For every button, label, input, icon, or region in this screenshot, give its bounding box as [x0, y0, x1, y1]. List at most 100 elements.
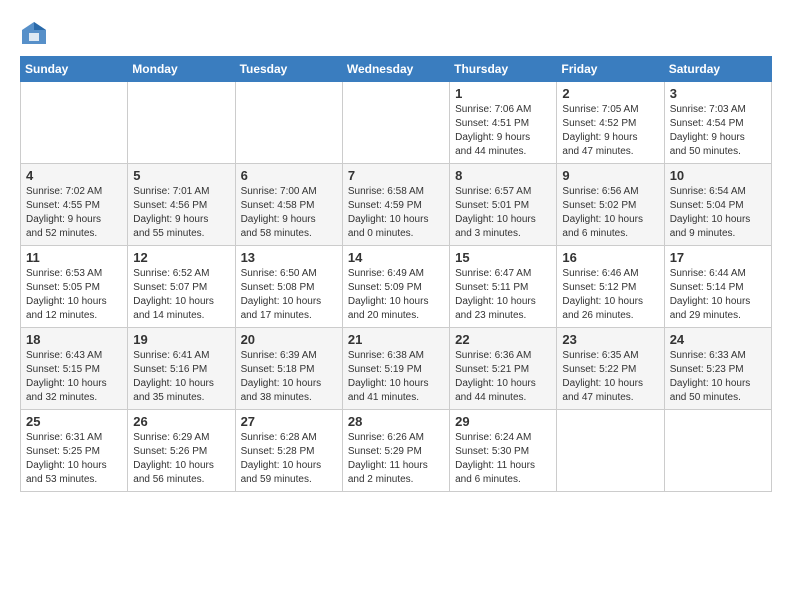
cell-info-text: Sunrise: 6:33 AM Sunset: 5:23 PM Dayligh…	[670, 349, 766, 405]
cell-day-number: 12	[133, 250, 229, 265]
calendar-cell	[664, 410, 771, 492]
cell-info-text: Sunrise: 6:38 AM Sunset: 5:19 PM Dayligh…	[348, 349, 444, 405]
cell-day-number: 19	[133, 332, 229, 347]
calendar-cell: 24 Sunrise: 6:33 AM Sunset: 5:23 PM Dayli…	[664, 328, 771, 410]
cell-day-number: 6	[241, 168, 337, 183]
cell-info-text: Sunrise: 6:58 AM Sunset: 4:59 PM Dayligh…	[348, 185, 444, 241]
cell-info-text: Sunrise: 6:49 AM Sunset: 5:09 PM Dayligh…	[348, 267, 444, 323]
cell-day-number: 8	[455, 168, 551, 183]
calendar-cell: 5 Sunrise: 7:01 AM Sunset: 4:56 PM Daylig…	[128, 164, 235, 246]
cell-day-number: 5	[133, 168, 229, 183]
cell-day-number: 24	[670, 332, 766, 347]
calendar-header-thursday: Thursday	[450, 57, 557, 82]
cell-info-text: Sunrise: 6:26 AM Sunset: 5:29 PM Dayligh…	[348, 431, 444, 487]
calendar-cell: 22 Sunrise: 6:36 AM Sunset: 5:21 PM Dayli…	[450, 328, 557, 410]
cell-info-text: Sunrise: 6:41 AM Sunset: 5:16 PM Dayligh…	[133, 349, 229, 405]
cell-info-text: Sunrise: 6:53 AM Sunset: 5:05 PM Dayligh…	[26, 267, 122, 323]
cell-day-number: 23	[562, 332, 658, 347]
calendar-cell: 16 Sunrise: 6:46 AM Sunset: 5:12 PM Dayli…	[557, 246, 664, 328]
cell-day-number: 4	[26, 168, 122, 183]
calendar-cell: 2 Sunrise: 7:05 AM Sunset: 4:52 PM Daylig…	[557, 82, 664, 164]
calendar-cell: 21 Sunrise: 6:38 AM Sunset: 5:19 PM Dayli…	[342, 328, 449, 410]
cell-day-number: 9	[562, 168, 658, 183]
cell-day-number: 13	[241, 250, 337, 265]
cell-day-number: 26	[133, 414, 229, 429]
cell-info-text: Sunrise: 6:43 AM Sunset: 5:15 PM Dayligh…	[26, 349, 122, 405]
cell-day-number: 28	[348, 414, 444, 429]
calendar-cell	[128, 82, 235, 164]
calendar-week-4: 18 Sunrise: 6:43 AM Sunset: 5:15 PM Dayli…	[21, 328, 772, 410]
cell-day-number: 18	[26, 332, 122, 347]
cell-day-number: 15	[455, 250, 551, 265]
cell-info-text: Sunrise: 7:00 AM Sunset: 4:58 PM Dayligh…	[241, 185, 337, 241]
logo-icon	[20, 20, 48, 48]
cell-info-text: Sunrise: 6:29 AM Sunset: 5:26 PM Dayligh…	[133, 431, 229, 487]
cell-day-number: 21	[348, 332, 444, 347]
calendar-cell: 19 Sunrise: 6:41 AM Sunset: 5:16 PM Dayli…	[128, 328, 235, 410]
cell-info-text: Sunrise: 7:06 AM Sunset: 4:51 PM Dayligh…	[455, 103, 551, 159]
cell-info-text: Sunrise: 6:46 AM Sunset: 5:12 PM Dayligh…	[562, 267, 658, 323]
calendar-cell: 3 Sunrise: 7:03 AM Sunset: 4:54 PM Daylig…	[664, 82, 771, 164]
cell-day-number: 22	[455, 332, 551, 347]
cell-day-number: 3	[670, 86, 766, 101]
calendar-week-5: 25Sunrise: 6:31 AM Sunset: 5:25 PM Dayli…	[21, 410, 772, 492]
calendar-cell	[557, 410, 664, 492]
calendar-cell: 9Sunrise: 6:56 AM Sunset: 5:02 PM Daylig…	[557, 164, 664, 246]
calendar-cell: 4 Sunrise: 7:02 AM Sunset: 4:55 PM Daylig…	[21, 164, 128, 246]
cell-info-text: Sunrise: 6:39 AM Sunset: 5:18 PM Dayligh…	[241, 349, 337, 405]
cell-info-text: Sunrise: 6:47 AM Sunset: 5:11 PM Dayligh…	[455, 267, 551, 323]
cell-day-number: 16	[562, 250, 658, 265]
calendar-week-2: 4 Sunrise: 7:02 AM Sunset: 4:55 PM Daylig…	[21, 164, 772, 246]
calendar-cell: 7Sunrise: 6:58 AM Sunset: 4:59 PM Daylig…	[342, 164, 449, 246]
calendar-cell: 8 Sunrise: 6:57 AM Sunset: 5:01 PM Daylig…	[450, 164, 557, 246]
cell-info-text: Sunrise: 6:31 AM Sunset: 5:25 PM Dayligh…	[26, 431, 122, 487]
cell-info-text: Sunrise: 7:02 AM Sunset: 4:55 PM Dayligh…	[26, 185, 122, 241]
calendar-header-wednesday: Wednesday	[342, 57, 449, 82]
cell-info-text: Sunrise: 6:35 AM Sunset: 5:22 PM Dayligh…	[562, 349, 658, 405]
calendar-cell: 1 Sunrise: 7:06 AM Sunset: 4:51 PM Daylig…	[450, 82, 557, 164]
logo	[20, 20, 50, 48]
calendar-week-1: 1 Sunrise: 7:06 AM Sunset: 4:51 PM Daylig…	[21, 82, 772, 164]
cell-day-number: 10	[670, 168, 766, 183]
calendar-cell: 20 Sunrise: 6:39 AM Sunset: 5:18 PM Dayli…	[235, 328, 342, 410]
calendar-week-3: 11 Sunrise: 6:53 AM Sunset: 5:05 PM Dayli…	[21, 246, 772, 328]
calendar-cell: 25Sunrise: 6:31 AM Sunset: 5:25 PM Dayli…	[21, 410, 128, 492]
calendar-cell: 10 Sunrise: 6:54 AM Sunset: 5:04 PM Dayli…	[664, 164, 771, 246]
calendar-cell: 15 Sunrise: 6:47 AM Sunset: 5:11 PM Dayli…	[450, 246, 557, 328]
cell-day-number: 14	[348, 250, 444, 265]
calendar-header-friday: Friday	[557, 57, 664, 82]
cell-info-text: Sunrise: 6:54 AM Sunset: 5:04 PM Dayligh…	[670, 185, 766, 241]
calendar-cell: 6 Sunrise: 7:00 AM Sunset: 4:58 PM Daylig…	[235, 164, 342, 246]
calendar-cell: 13 Sunrise: 6:50 AM Sunset: 5:08 PM Dayli…	[235, 246, 342, 328]
cell-day-number: 20	[241, 332, 337, 347]
calendar-cell	[21, 82, 128, 164]
cell-day-number: 29	[455, 414, 551, 429]
cell-info-text: Sunrise: 7:01 AM Sunset: 4:56 PM Dayligh…	[133, 185, 229, 241]
calendar-cell: 23 Sunrise: 6:35 AM Sunset: 5:22 PM Dayli…	[557, 328, 664, 410]
calendar-cell: 26 Sunrise: 6:29 AM Sunset: 5:26 PM Dayli…	[128, 410, 235, 492]
cell-info-text: Sunrise: 6:28 AM Sunset: 5:28 PM Dayligh…	[241, 431, 337, 487]
cell-day-number: 2	[562, 86, 658, 101]
calendar-cell: 11 Sunrise: 6:53 AM Sunset: 5:05 PM Dayli…	[21, 246, 128, 328]
calendar-cell: 12Sunrise: 6:52 AM Sunset: 5:07 PM Dayli…	[128, 246, 235, 328]
cell-info-text: Sunrise: 6:50 AM Sunset: 5:08 PM Dayligh…	[241, 267, 337, 323]
calendar-cell: 17Sunrise: 6:44 AM Sunset: 5:14 PM Dayli…	[664, 246, 771, 328]
calendar-header-sunday: Sunday	[21, 57, 128, 82]
cell-info-text: Sunrise: 7:03 AM Sunset: 4:54 PM Dayligh…	[670, 103, 766, 159]
cell-day-number: 27	[241, 414, 337, 429]
calendar-cell: 14 Sunrise: 6:49 AM Sunset: 5:09 PM Dayli…	[342, 246, 449, 328]
calendar-cell: 28 Sunrise: 6:26 AM Sunset: 5:29 PM Dayli…	[342, 410, 449, 492]
calendar-table: SundayMondayTuesdayWednesdayThursdayFrid…	[20, 56, 772, 492]
calendar-cell: 29 Sunrise: 6:24 AM Sunset: 5:30 PM Dayli…	[450, 410, 557, 492]
cell-info-text: Sunrise: 6:36 AM Sunset: 5:21 PM Dayligh…	[455, 349, 551, 405]
calendar-cell: 18 Sunrise: 6:43 AM Sunset: 5:15 PM Dayli…	[21, 328, 128, 410]
cell-info-text: Sunrise: 7:05 AM Sunset: 4:52 PM Dayligh…	[562, 103, 658, 159]
cell-info-text: Sunrise: 6:24 AM Sunset: 5:30 PM Dayligh…	[455, 431, 551, 487]
calendar-cell	[235, 82, 342, 164]
cell-day-number: 11	[26, 250, 122, 265]
cell-info-text: Sunrise: 6:57 AM Sunset: 5:01 PM Dayligh…	[455, 185, 551, 241]
cell-day-number: 1	[455, 86, 551, 101]
cell-day-number: 17	[670, 250, 766, 265]
calendar-header-tuesday: Tuesday	[235, 57, 342, 82]
calendar-header-saturday: Saturday	[664, 57, 771, 82]
